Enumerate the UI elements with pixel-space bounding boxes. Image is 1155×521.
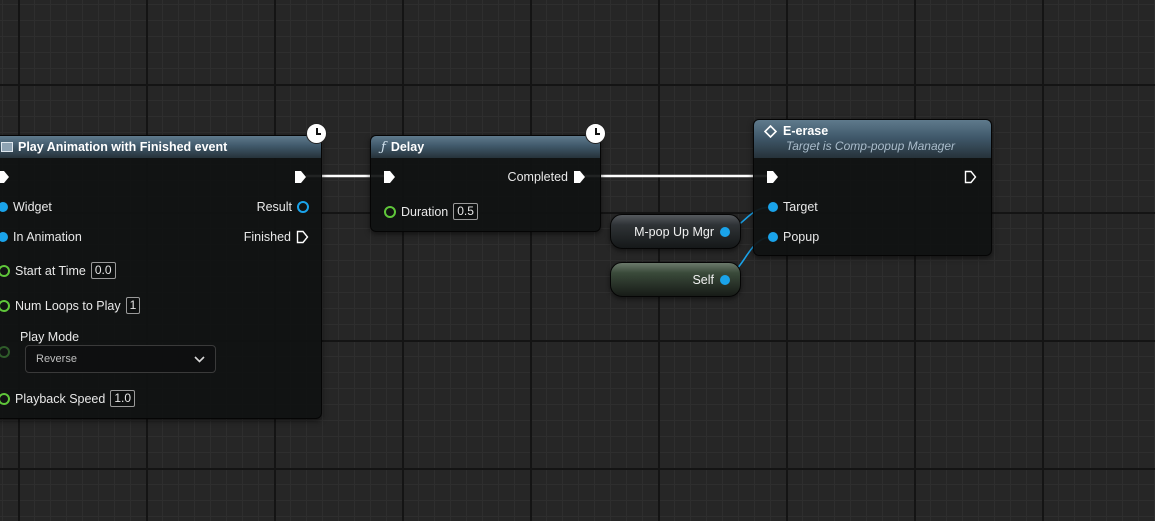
object-pin-icon	[768, 232, 778, 242]
exec-arrow-icon	[767, 171, 778, 183]
self-variable-label: Self	[692, 272, 714, 287]
target-pin-label: Target	[783, 200, 818, 214]
finished-pin-label: Finished	[243, 230, 291, 244]
popup-pin-label: Popup	[783, 230, 820, 244]
object-pin-icon	[768, 202, 778, 212]
popup-manager-variable-label: M-pop Up Mgr	[634, 224, 714, 239]
exec-arrow-icon	[574, 171, 585, 183]
enum-pin-icon[interactable]	[0, 346, 10, 358]
event-diamond-icon	[764, 124, 777, 138]
play-mode-label-row: Play Mode	[20, 330, 79, 344]
finished-pin[interactable]: Finished	[244, 230, 309, 244]
erase-title: E-erase	[783, 124, 829, 138]
delay-title: Delay	[390, 140, 425, 154]
result-pin-label: Result	[256, 200, 292, 214]
play-animation-header[interactable]: Play Animation with Finished event	[0, 136, 321, 158]
completed-pin-label: Completed	[507, 170, 568, 184]
exec-out-pin[interactable]	[294, 170, 307, 184]
delay-node[interactable]: ƒ Delay Completed Duration 0.5	[370, 135, 601, 232]
widget-blueprint-icon	[1, 142, 13, 152]
erase-subtitle: Target is Comp-popup Manager	[786, 139, 955, 153]
exec-arrow-icon	[0, 171, 9, 183]
exec-arrow-icon	[384, 171, 395, 183]
duration-label: Duration	[401, 204, 449, 219]
exec-arrow-icon	[295, 171, 306, 183]
object-pin-icon[interactable]	[720, 274, 730, 285]
object-pin-icon	[0, 232, 8, 242]
exec-in-pin[interactable]	[0, 170, 10, 184]
num-loops-pin[interactable]: Num Loops to Play 1	[0, 297, 141, 314]
play-mode-dropdown[interactable]: Reverse	[25, 345, 216, 373]
target-pin[interactable]: Target	[768, 200, 818, 214]
float-pin-icon	[384, 205, 396, 218]
float-pin-icon	[0, 392, 10, 405]
erase-header[interactable]: E-erase Target is Comp-popup Manager	[754, 120, 991, 158]
clock-icon	[585, 123, 606, 144]
in-animation-pin[interactable]: In Animation	[0, 230, 82, 244]
erase-node[interactable]: E-erase Target is Comp-popup Manager Tar…	[753, 119, 992, 256]
popup-pin[interactable]: Popup	[768, 230, 819, 244]
start-at-time-pin[interactable]: Start at Time 0.0	[0, 262, 116, 279]
erase-exec-in-pin[interactable]	[766, 170, 779, 184]
result-pin[interactable]: Result	[257, 200, 309, 214]
float-pin-icon	[0, 264, 10, 277]
popup-manager-variable-node[interactable]: M-pop Up Mgr	[610, 214, 741, 249]
widget-pin-label: Widget	[13, 200, 52, 214]
num-loops-input[interactable]: 1	[125, 297, 141, 314]
play-animation-title: Play Animation with Finished event	[18, 140, 228, 154]
int-pin-icon	[0, 299, 10, 312]
start-at-time-input[interactable]: 0.0	[90, 262, 116, 279]
clock-icon	[306, 123, 327, 144]
delay-exec-in-pin[interactable]	[383, 170, 396, 184]
duration-input[interactable]: 0.5	[453, 203, 478, 220]
in-animation-pin-label: In Animation	[13, 230, 82, 244]
num-loops-label: Num Loops to Play	[15, 298, 121, 313]
object-pin-hollow-icon	[297, 201, 309, 213]
object-pin-icon	[0, 202, 8, 212]
chevron-down-icon	[194, 355, 205, 363]
duration-pin[interactable]: Duration 0.5	[384, 203, 478, 220]
playback-speed-input[interactable]: 1.0	[110, 390, 136, 407]
play-animation-node[interactable]: Play Animation with Finished event Widge…	[0, 135, 322, 419]
completed-pin[interactable]: Completed	[508, 170, 586, 184]
exec-arrow-outline-icon	[964, 170, 977, 184]
erase-exec-out-pin[interactable]	[964, 170, 977, 184]
play-mode-value: Reverse	[36, 353, 77, 365]
widget-pin[interactable]: Widget	[0, 200, 52, 214]
function-icon: ƒ	[381, 139, 386, 155]
exec-arrow-outline-icon	[296, 230, 309, 244]
start-at-time-label: Start at Time	[15, 263, 86, 278]
playback-speed-label: Playback Speed	[15, 391, 106, 406]
play-mode-label: Play Mode	[20, 330, 80, 344]
object-pin-icon[interactable]	[720, 226, 730, 237]
self-variable-node[interactable]: Self	[610, 262, 741, 297]
playback-speed-pin[interactable]: Playback Speed 1.0	[0, 390, 136, 407]
delay-header[interactable]: ƒ Delay	[371, 136, 600, 158]
